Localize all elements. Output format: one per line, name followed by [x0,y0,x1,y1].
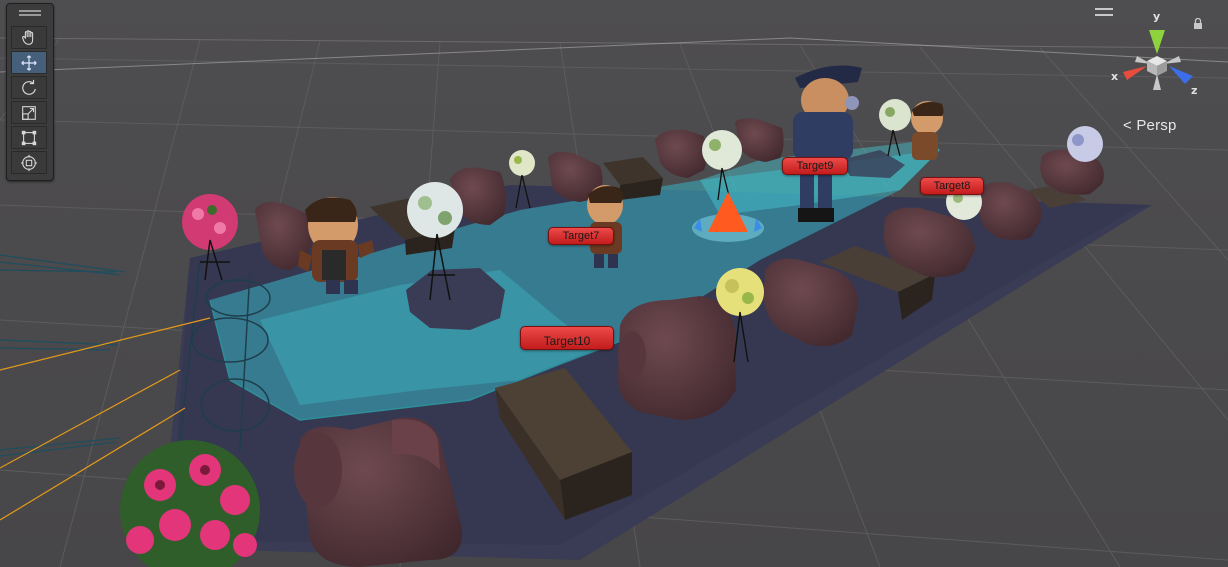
y-axis-label: y [1153,10,1161,23]
move-tool-button[interactable] [11,51,47,74]
y-axis-cone[interactable] [1149,30,1165,54]
tools-overlay[interactable] [6,3,54,181]
overlay-drag-handle[interactable] [19,10,41,16]
scene-viewport[interactable]: Target7 Target9 Target8 Target10 y x z <… [0,0,1228,567]
target8-label: Target8 [920,177,984,195]
target7-label: Target7 [548,227,614,245]
x-axis-label: x [1111,70,1119,83]
z-axis-cone[interactable] [1169,66,1193,84]
hand-icon [22,29,34,45]
move-icon [21,54,37,71]
rect-icon [21,130,37,145]
axis-cube[interactable] [1103,8,1213,118]
projection-toggle[interactable]: < Persp [1123,117,1177,134]
scale-tool-button[interactable] [11,101,47,124]
hand-tool-button[interactable] [11,26,47,49]
rect-tool-button[interactable] [11,126,47,149]
target9-label: Target9 [782,157,848,175]
scene-render[interactable] [0,0,1228,567]
scale-icon [22,105,36,120]
rotate-icon [22,79,36,95]
x-axis-cone[interactable] [1123,66,1147,80]
z-axis-label: z [1191,84,1198,97]
orientation-gizmo[interactable]: y x z [1095,8,1213,118]
transform-tool-button[interactable] [11,151,47,174]
target10-label: Target10 [520,326,614,350]
transform-icon [20,154,38,171]
rotate-tool-button[interactable] [11,76,47,99]
